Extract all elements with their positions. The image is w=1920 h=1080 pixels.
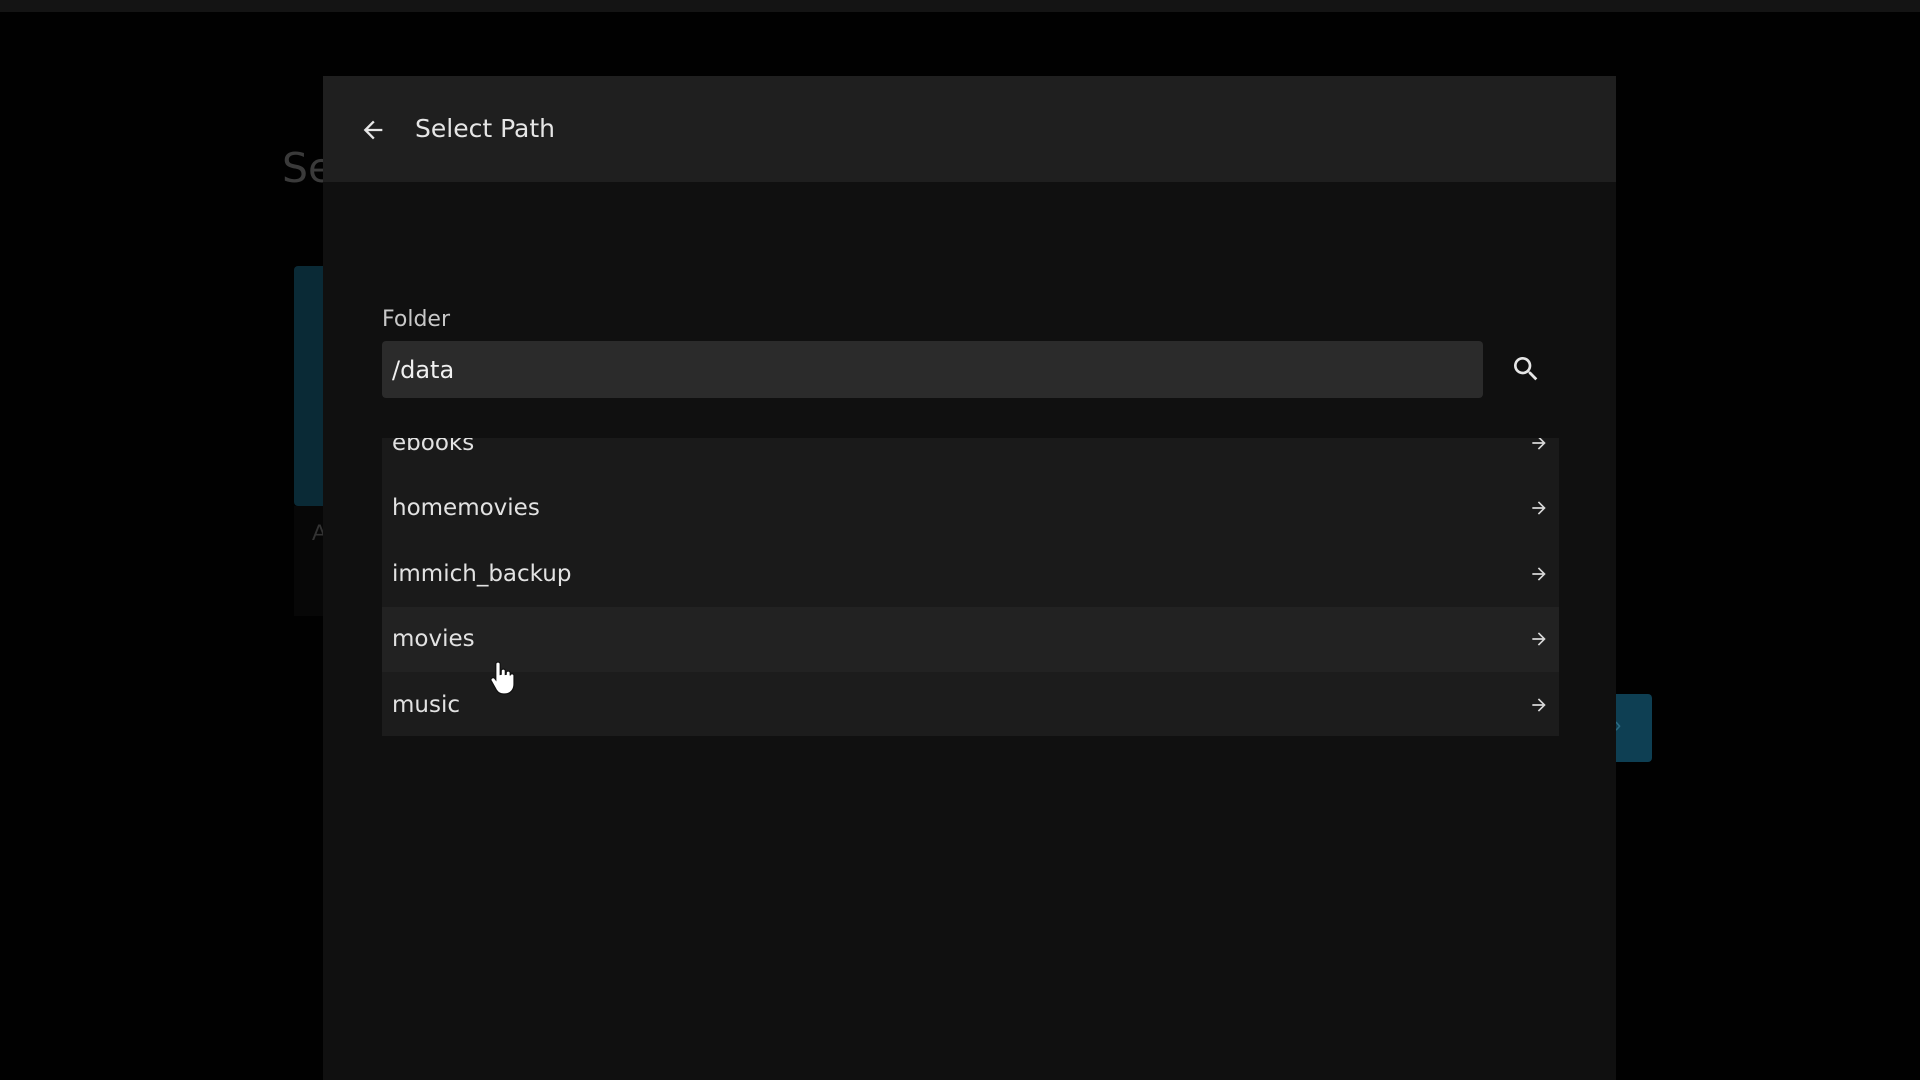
list-item-label: movies — [392, 626, 475, 653]
folder-list[interactable]: ebooks homemovies immich_backup movies m… — [382, 438, 1559, 736]
dialog-header: Select Path — [323, 76, 1616, 182]
dialog-title: Select Path — [415, 114, 555, 143]
arrow-right-icon — [1532, 438, 1546, 450]
list-item-label: homemovies — [392, 495, 540, 522]
folder-list-content: ebooks homemovies immich_backup movies m… — [382, 438, 1559, 736]
search-button[interactable] — [1503, 346, 1549, 392]
select-path-dialog: Select Path Folder ebooks homemovies imm… — [323, 76, 1616, 1080]
list-item-label: ebooks — [392, 438, 475, 456]
folder-label: Folder — [382, 307, 450, 332]
hand-cursor-icon — [490, 661, 515, 695]
top-bar — [0, 0, 1920, 12]
list-item-movies[interactable]: movies — [382, 606, 1559, 672]
arrow-right-icon — [1532, 567, 1546, 581]
background-card — [294, 266, 324, 506]
search-icon — [1514, 357, 1538, 381]
list-item-ebooks[interactable]: ebooks — [382, 438, 1559, 476]
arrow-right-icon — [1532, 632, 1546, 646]
list-item-label: immich_backup — [392, 560, 572, 587]
arrow-left-icon — [363, 120, 383, 140]
list-item-homemovies[interactable]: homemovies — [382, 475, 1559, 541]
list-item-music[interactable]: music — [382, 672, 1559, 736]
arrow-right-icon — [1532, 698, 1546, 712]
list-item-immich-backup[interactable]: immich_backup — [382, 541, 1559, 607]
back-button[interactable] — [353, 110, 393, 150]
arrow-right-icon — [1532, 501, 1546, 515]
list-item-label: music — [392, 691, 461, 718]
folder-path-input[interactable] — [382, 341, 1483, 398]
background-chevron-icon: › — [1614, 712, 1622, 737]
